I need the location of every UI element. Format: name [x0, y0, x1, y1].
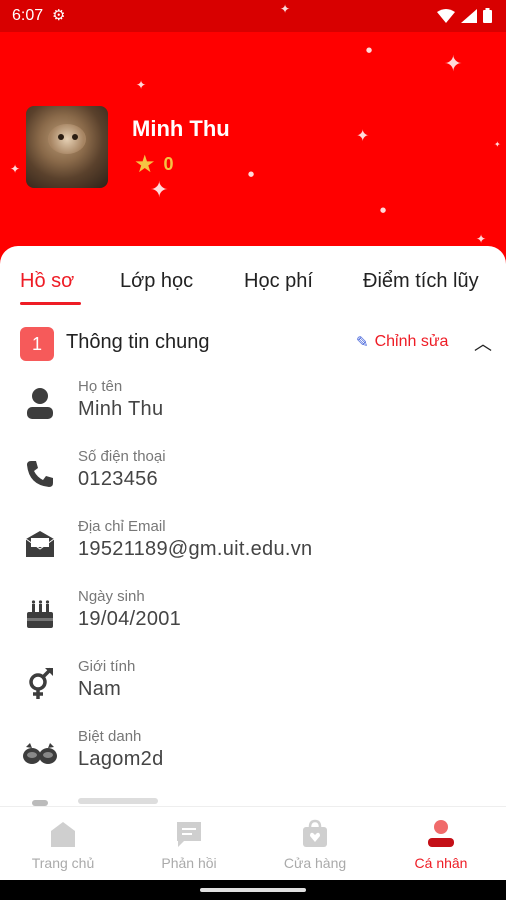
sparkle-icon: ● — [380, 206, 387, 214]
sparkle-icon: ● — [366, 46, 373, 54]
section-title: Thông tin chung — [66, 331, 210, 353]
field-label: Giới tính — [78, 658, 136, 675]
field-birthday: Ngày sinh 19/04/2001 — [20, 588, 490, 648]
sparkle-icon: ● — [248, 170, 255, 178]
field-label: Địa chỉ Email — [78, 518, 166, 535]
next-field-peek — [20, 798, 490, 806]
sparkle-icon: ✦ — [10, 162, 21, 176]
sparkle-icon: ✦ — [280, 2, 291, 16]
nav-profile[interactable]: Cá nhân — [378, 807, 504, 881]
field-value: Nam — [78, 678, 122, 700]
field-value: Minh Thu — [78, 398, 164, 420]
status-time: 6:07 — [12, 7, 44, 24]
birthday-cake-icon — [20, 594, 60, 634]
field-label: Số điện thoại — [78, 448, 166, 465]
nav-home-label: Trang chủ — [31, 855, 95, 871]
field-full-name: Họ tên Minh Thu — [20, 378, 490, 438]
star-icon: ★ — [134, 150, 156, 178]
nickname-icon — [20, 734, 60, 774]
settings-gear-icon: ⚙ — [52, 6, 66, 24]
screen: 6:07 ⚙ ✦ ✦ ✦ ✦ ✦ ✦ ✦ ✦ ● ● ● Minh Thu ★ … — [0, 0, 506, 900]
field-gender: Giới tính Nam — [20, 658, 490, 718]
sparkle-icon: ✦ — [150, 178, 169, 203]
sparkle-icon: ✦ — [356, 126, 370, 145]
edit-label: Chỉnh sửa — [374, 333, 449, 350]
tab-lop-hoc[interactable]: Lớp học — [120, 270, 193, 293]
email-icon — [20, 524, 60, 564]
status-icons — [437, 8, 492, 23]
nav-profile-label: Cá nhân — [414, 855, 468, 871]
points-value: 0 — [163, 153, 174, 174]
sparkle-icon: ✦ — [136, 78, 147, 92]
nav-feedback-label: Phản hồi — [161, 855, 217, 871]
avatar-eye — [72, 134, 78, 140]
home-icon — [51, 822, 75, 847]
nav-store-label: Cửa hàng — [283, 855, 347, 871]
home-gesture-pill[interactable] — [200, 888, 306, 892]
nav-feedback[interactable]: Phản hồi — [126, 807, 252, 881]
status-bar: 6:07 ⚙ — [0, 0, 506, 32]
points-row: ★ 0 — [134, 152, 174, 176]
profile-header: 6:07 ⚙ ✦ ✦ ✦ ✦ ✦ ✦ ✦ ✦ ● ● ● Minh Thu ★ … — [0, 0, 506, 270]
avatar-cat-image — [48, 124, 86, 154]
profile-icon — [428, 820, 454, 847]
field-email: Địa chỉ Email 19521189@gm.uit.edu.vn — [20, 518, 490, 578]
field-value: 19/04/2001 — [78, 608, 182, 630]
feedback-icon — [177, 822, 201, 847]
wifi-icon — [437, 8, 455, 23]
avatar-eye — [58, 134, 64, 140]
edit-user-icon: ✎ — [356, 334, 369, 351]
field-value: 0123456 — [78, 468, 158, 490]
user-name: Minh Thu — [132, 116, 230, 141]
active-tab-indicator — [20, 302, 81, 305]
field-nickname: Biệt danh Lagom2d — [20, 728, 490, 788]
tab-hoc-phi[interactable]: Học phí — [244, 270, 313, 293]
avatar[interactable] — [26, 106, 108, 188]
battery-icon — [483, 8, 492, 23]
signal-icon — [461, 8, 477, 23]
field-phone: Số điện thoại 0123456 — [20, 448, 490, 508]
section-number: 1 — [20, 327, 54, 361]
edit-button[interactable]: ✎ Chỉnh sửa — [356, 333, 448, 351]
person-icon — [20, 384, 60, 424]
system-navigation-bar — [0, 880, 506, 900]
field-value: Lagom2d — [78, 748, 164, 770]
sparkle-icon: ✦ — [476, 232, 487, 246]
sparkle-icon: ✦ — [494, 140, 501, 149]
section-header: 1 Thông tin chung ✎ Chỉnh sửa ︿ — [20, 326, 500, 361]
tab-diem-tich-luy[interactable]: Điểm tích lũy — [363, 270, 479, 293]
sparkle-icon: ✦ — [444, 52, 463, 77]
nav-home[interactable]: Trang chủ — [0, 807, 126, 881]
store-icon — [303, 819, 327, 847]
field-value: 19521189@gm.uit.edu.vn — [78, 538, 313, 560]
phone-icon — [20, 454, 60, 494]
field-label: Biệt danh — [78, 728, 142, 745]
gender-icon — [20, 664, 60, 704]
bottom-navigation: Trang chủ Phản hồi Cửa hàng Cá nhân — [0, 806, 506, 880]
field-label: Họ tên — [78, 378, 123, 395]
chevron-up-icon[interactable]: ︿ — [474, 330, 492, 356]
tab-ho-so[interactable]: Hồ sơ — [20, 270, 74, 293]
nav-store[interactable]: Cửa hàng — [252, 807, 378, 881]
field-label: Ngày sinh — [78, 588, 145, 605]
